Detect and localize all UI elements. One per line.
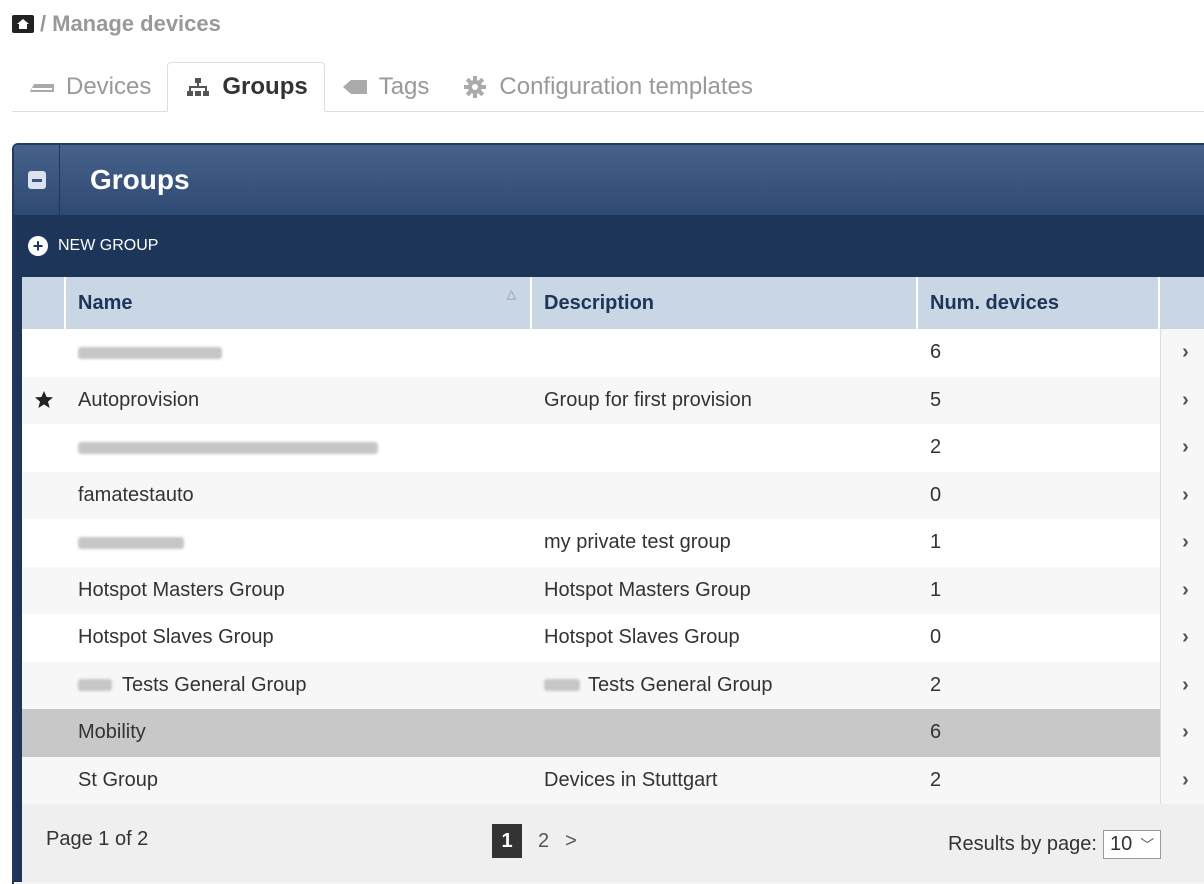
row-arrow-icon[interactable]: › bbox=[1160, 661, 1204, 709]
row-arrow-icon[interactable]: › bbox=[1160, 614, 1204, 662]
results-per-page-label: Results by page: bbox=[948, 833, 1097, 855]
row-arrow-icon[interactable]: › bbox=[1160, 329, 1204, 377]
name-cell: Tests General Group bbox=[122, 673, 307, 696]
device-icon bbox=[28, 75, 56, 99]
new-group-button[interactable]: NEW GROUP bbox=[58, 237, 158, 255]
table-row[interactable]: 6 › bbox=[14, 329, 1204, 377]
row-arrow-icon[interactable]: › bbox=[1160, 424, 1204, 472]
description-cell: Tests General Group bbox=[588, 673, 773, 696]
description-cell: Devices in Stuttgart bbox=[544, 768, 718, 791]
page-info: Page 1 of 2 bbox=[46, 828, 149, 850]
name-cell: famatestauto bbox=[78, 483, 194, 506]
header-arrow-column bbox=[1160, 277, 1204, 329]
description-cell: Hotspot Masters Group bbox=[544, 578, 751, 601]
next-page-button[interactable]: > bbox=[565, 830, 577, 853]
tab-devices[interactable]: Devices bbox=[12, 62, 167, 111]
table-header: Name △ Description Num. devices bbox=[14, 277, 1204, 329]
tab-tags[interactable]: Tags bbox=[325, 62, 446, 111]
collapse-button[interactable] bbox=[14, 145, 60, 215]
table-row[interactable]: Tests General Group Tests General Group … bbox=[14, 661, 1204, 709]
table-row[interactable]: St Group Devices in Stuttgart 2 › bbox=[14, 756, 1204, 804]
table-footer: Page 1 of 2 1 2 > Results by page: 10 ﹀ bbox=[14, 804, 1204, 882]
header-icon-column bbox=[22, 277, 66, 329]
num-devices-cell: 1 bbox=[930, 531, 942, 554]
row-arrow-icon[interactable]: › bbox=[1160, 471, 1204, 519]
num-devices-cell: 0 bbox=[930, 483, 942, 506]
sort-asc-icon: △ bbox=[506, 287, 516, 301]
name-cell: Hotspot Slaves Group bbox=[78, 626, 274, 649]
results-per-page-value: 10 bbox=[1109, 833, 1133, 855]
minus-icon bbox=[27, 171, 46, 189]
row-arrow-icon[interactable]: › bbox=[1160, 376, 1204, 424]
description-cell: Group for first provision bbox=[544, 388, 752, 411]
breadcrumb: / Manage devices bbox=[12, 10, 221, 38]
name-cell: Hotspot Masters Group bbox=[78, 578, 285, 601]
groups-icon bbox=[184, 75, 212, 99]
plus-icon[interactable]: + bbox=[28, 236, 48, 256]
name-cell: St Group bbox=[78, 768, 159, 791]
num-devices-cell: 2 bbox=[930, 436, 942, 459]
description-cell bbox=[532, 472, 918, 520]
description-cell bbox=[532, 709, 918, 757]
panel-toolbar: + NEW GROUP bbox=[14, 215, 1204, 277]
table-row[interactable]: Hotspot Masters Group Hotspot Masters Gr… bbox=[14, 566, 1204, 614]
header-num-devices[interactable]: Num. devices bbox=[918, 277, 1160, 329]
table-row[interactable]: famatestauto 0 › bbox=[14, 471, 1204, 520]
num-devices-cell: 0 bbox=[930, 626, 942, 649]
row-arrow-icon[interactable]: › bbox=[1160, 756, 1204, 804]
table-row[interactable]: 2 › bbox=[14, 424, 1204, 472]
tab-configuration-templates-label: Configuration templates bbox=[499, 72, 753, 100]
num-devices-cell: 5 bbox=[930, 388, 942, 411]
table-row[interactable]: Hotspot Slaves Group Hotspot Slaves Grou… bbox=[14, 614, 1204, 662]
table-body: 6 › Autoprovision Group for first provis… bbox=[14, 329, 1204, 804]
page-1-button[interactable]: 1 bbox=[492, 824, 522, 858]
redacted-text bbox=[78, 536, 184, 549]
chevron-down-icon: ﹀ bbox=[1140, 836, 1155, 853]
tab-tags-label: Tags bbox=[378, 72, 430, 100]
groups-panel: Groups + NEW GROUP Name △ Description Nu… bbox=[12, 143, 1204, 884]
results-per-page: Results by page: 10 ﹀ bbox=[948, 830, 1162, 859]
page-title: Manage devices bbox=[52, 11, 221, 36]
breadcrumb-separator: / bbox=[40, 11, 47, 36]
results-per-page-select[interactable]: 10 ﹀ bbox=[1102, 830, 1162, 859]
name-cell: Autoprovision bbox=[78, 388, 200, 411]
table-row-selected[interactable]: Mobility 6 › bbox=[14, 709, 1204, 757]
tab-groups[interactable]: Groups bbox=[167, 62, 325, 112]
tag-icon bbox=[341, 75, 369, 99]
pagination: 1 2 > bbox=[492, 824, 577, 858]
description-cell: my private test group bbox=[544, 531, 731, 554]
page-2-button[interactable]: 2 bbox=[538, 830, 549, 853]
header-name-label: Name bbox=[78, 291, 133, 314]
redacted-text bbox=[78, 441, 378, 454]
num-devices-cell: 6 bbox=[930, 341, 942, 364]
table-row[interactable]: Autoprovision Group for first provision … bbox=[14, 376, 1204, 425]
table-row[interactable]: my private test group 1 › bbox=[14, 519, 1204, 567]
row-arrow-icon[interactable]: › bbox=[1160, 566, 1204, 614]
redacted-text bbox=[78, 346, 222, 359]
header-name[interactable]: Name △ bbox=[66, 277, 532, 329]
row-arrow-icon[interactable]: › bbox=[1160, 709, 1204, 757]
tab-configuration-templates[interactable]: Configuration templates bbox=[445, 62, 768, 111]
star-icon bbox=[22, 377, 66, 425]
home-icon[interactable] bbox=[12, 15, 34, 33]
description-cell: Hotspot Slaves Group bbox=[544, 626, 740, 649]
name-cell: Mobility bbox=[78, 721, 146, 744]
header-description[interactable]: Description bbox=[532, 277, 918, 329]
num-devices-cell: 1 bbox=[930, 578, 942, 601]
tab-bar: Devices Groups Tags Configuration templa… bbox=[12, 62, 1204, 112]
num-devices-cell: 6 bbox=[930, 721, 942, 744]
num-devices-cell: 2 bbox=[930, 768, 942, 791]
row-arrow-icon[interactable]: › bbox=[1160, 519, 1204, 567]
panel-header: Groups bbox=[14, 145, 1204, 215]
gear-icon bbox=[461, 75, 489, 99]
tab-groups-label: Groups bbox=[222, 73, 308, 100]
panel-title: Groups bbox=[90, 164, 190, 195]
redacted-text bbox=[78, 679, 112, 692]
tab-devices-label: Devices bbox=[66, 72, 152, 100]
num-devices-cell: 2 bbox=[930, 673, 942, 696]
redacted-text bbox=[544, 679, 580, 692]
